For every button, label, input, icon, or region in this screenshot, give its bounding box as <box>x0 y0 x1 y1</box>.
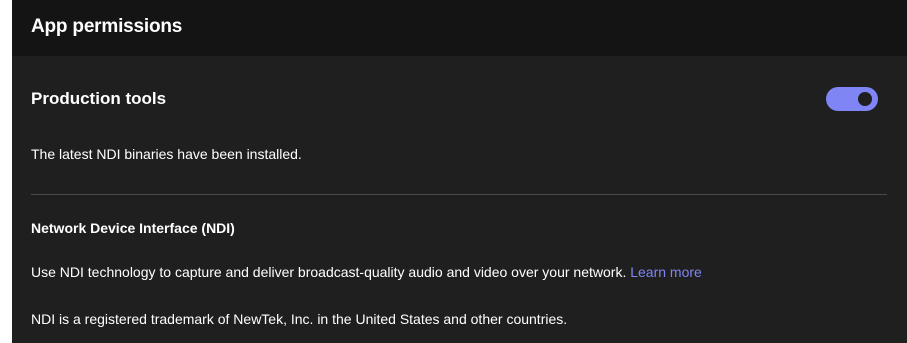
section-divider <box>31 194 887 195</box>
header-bar: App permissions <box>12 0 907 56</box>
page-title: App permissions <box>31 16 183 37</box>
production-tools-toggle[interactable] <box>826 87 878 111</box>
toggle-knob <box>858 92 872 106</box>
ndi-section-title: Network Device Interface (NDI) <box>31 220 235 236</box>
ndi-description: Use NDI technology to capture and delive… <box>31 264 627 280</box>
ndi-trademark-notice: NDI is a registered trademark of NewTek,… <box>31 311 568 327</box>
ndi-description-line: Use NDI technology to capture and delive… <box>31 264 702 280</box>
production-tools-title: Production tools <box>31 89 167 108</box>
learn-more-link[interactable]: Learn more <box>630 264 702 280</box>
app-permissions-panel: App permissions Production tools The lat… <box>12 0 907 343</box>
ndi-install-status: The latest NDI binaries have been instal… <box>31 146 302 162</box>
